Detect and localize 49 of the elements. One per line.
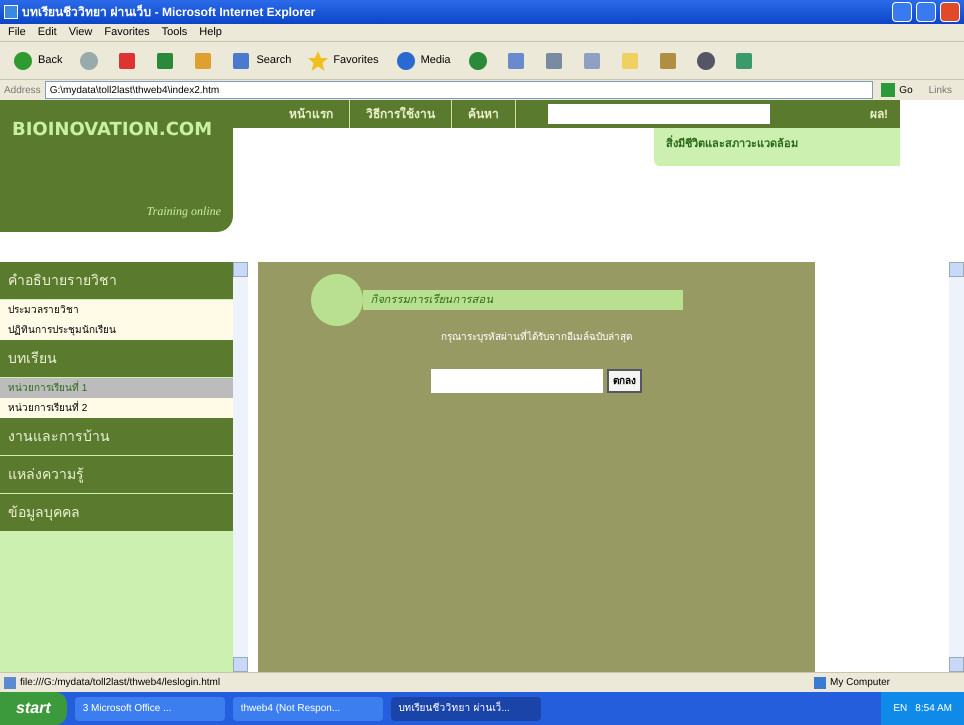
password-prompt: กรุณาระบุรหัสผ่านที่ได้รับจากอีเมล์ฉบับล่าสุด	[441, 330, 632, 345]
scrollbar[interactable]	[949, 262, 964, 672]
sidebar-section[interactable]: แหล่งความรู้	[0, 456, 233, 494]
password-field[interactable]	[431, 369, 603, 393]
address-field[interactable]: G:\mydata\toll2last\thweb4\index2.htm	[44, 81, 874, 99]
toolbar-button[interactable]: Back	[8, 46, 66, 76]
site-logo: BIOINOVATION.COM Training online	[0, 100, 233, 232]
menu-item[interactable]: Edit	[38, 24, 57, 41]
sidebar-item[interactable]: หน่วยการเรียนที่ 2	[0, 398, 233, 418]
zone-label: My Computer	[830, 676, 892, 690]
taskbar-button[interactable]: 3 Microsoft Office ...	[74, 696, 225, 720]
nav-link[interactable]: หน้าแรก	[273, 100, 350, 128]
sidebar-section[interactable]: งานและการบ้าน	[0, 418, 233, 456]
nav-link[interactable]: วิธีการใช้งาน	[350, 100, 452, 128]
taskbar-button[interactable]: บทเรียนชีววิทยา ผ่านเว็...	[390, 696, 541, 720]
scrollbar[interactable]	[233, 262, 248, 672]
minimize-button[interactable]	[892, 2, 912, 22]
toolbar-button[interactable]: Favorites	[303, 46, 383, 76]
ok-button[interactable]: ตกลง	[607, 369, 642, 393]
favorites-icon	[307, 50, 330, 72]
window-title: บทเรียนชีววิทยา ผ่านเว็บ - Microsoft Internet Explorer	[22, 4, 316, 21]
menu-item[interactable]: View	[68, 24, 92, 41]
maximize-button[interactable]	[916, 2, 936, 22]
sidebar-section[interactable]: ข้อมูลบุคคล	[0, 494, 233, 532]
taskbar-button[interactable]: thweb4 (Not Respon...	[232, 696, 383, 720]
toolbar-button[interactable]: Search	[226, 46, 296, 76]
go-button[interactable]: Go	[877, 82, 917, 98]
clock: 8:54 AM	[915, 702, 952, 716]
toolbar-button[interactable]: Media	[390, 46, 455, 76]
search-field[interactable]	[548, 104, 770, 124]
status-url: file:///G:/mydata/toll2last/thweb4/leslogin.html	[20, 676, 222, 690]
start-button[interactable]: start	[0, 692, 67, 725]
sidebar-section[interactable]: คำอธิบายรายวิชา	[0, 262, 233, 300]
sidebar-item[interactable]: ปฏิทินการประชุมนักเรียน	[0, 320, 233, 340]
menu-item[interactable]: Help	[199, 24, 222, 41]
circle-decoration	[310, 274, 362, 326]
close-button[interactable]	[940, 2, 960, 22]
menu-item[interactable]: File	[8, 24, 26, 41]
menu-item[interactable]: Favorites	[104, 24, 150, 41]
section-heading: กิจกรรมการเรียนการสอน	[362, 290, 682, 310]
address-label: Address	[4, 84, 41, 98]
language-indicator[interactable]: EN	[893, 701, 908, 716]
banner: สิ่งมีชีวิตและสภาวะแวดล้อม	[654, 128, 900, 166]
sidebar-section[interactable]: บทเรียน	[0, 340, 233, 378]
sidebar-item[interactable]: ประมวลรายวิชา	[0, 300, 233, 320]
search-button[interactable]: ผล!	[870, 105, 900, 123]
menu-item[interactable]: Tools	[162, 24, 188, 41]
nav-link[interactable]: ค้นหา	[452, 100, 516, 128]
links-label[interactable]: Links	[920, 82, 960, 98]
